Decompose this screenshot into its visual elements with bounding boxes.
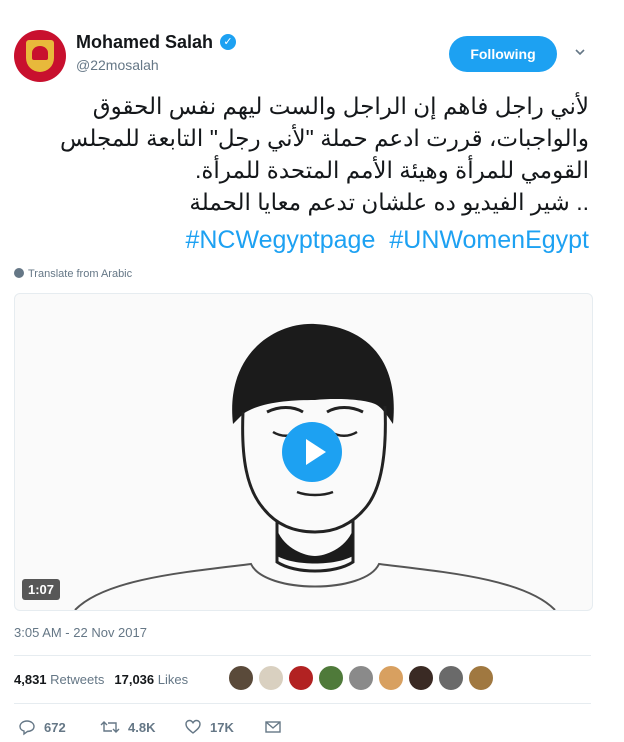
likes-count: 17,036 — [114, 672, 155, 687]
divider — [14, 703, 591, 704]
eyebrow — [326, 406, 364, 414]
like-button[interactable]: 17K — [184, 717, 234, 737]
liker-avatar[interactable] — [468, 665, 494, 691]
liker-avatar[interactable] — [378, 665, 404, 691]
hashtag-link[interactable]: #UNWomenEgypt — [389, 226, 589, 254]
avatar[interactable] — [14, 30, 66, 82]
liker-avatar[interactable] — [408, 665, 434, 691]
tweet-line: القومي للمرأة وهيئة الأمم المتحدة للمرأة… — [194, 157, 589, 183]
tweet-line: لأني راجل فاهم إن الراجل والست ليهم نفس … — [92, 93, 589, 119]
tweet-line: .. شير الفيديو ده علشان تدعم معايا الحمل… — [189, 189, 589, 215]
tweet-text: لأني راجل فاهم إن الراجل والست ليهم نفس … — [14, 90, 589, 218]
verified-icon: ✓ — [220, 34, 236, 50]
liker-avatar[interactable] — [288, 665, 314, 691]
neck-shadow — [277, 530, 353, 564]
retweets-stat[interactable]: 4,831 Retweets — [14, 672, 104, 687]
retweet-icon — [100, 721, 120, 733]
reply-icon — [19, 720, 35, 736]
liker-avatar[interactable] — [318, 665, 344, 691]
retweets-label: Retweets — [50, 672, 105, 687]
globe-icon — [14, 268, 24, 278]
engagement-stats: 4,831 Retweets 17,036 Likes — [14, 672, 188, 687]
hashtags: #NCWegyptpage #UNWomenEgypt — [14, 224, 589, 256]
translate-link[interactable]: Translate from Arabic — [14, 268, 132, 280]
retweets-count: 4,831 — [14, 672, 47, 687]
reply-count: 672 — [44, 719, 66, 735]
likes-label: Likes — [157, 672, 189, 687]
mouth — [296, 490, 334, 497]
reply-button[interactable]: 672 — [18, 717, 66, 737]
divider — [14, 655, 591, 656]
following-button[interactable]: Following — [449, 36, 557, 72]
liker-avatar[interactable] — [228, 665, 254, 691]
tweet-line: والواجبات، قررت ادعم حملة "لأني رجل" الت… — [60, 125, 589, 151]
play-button[interactable] — [282, 422, 342, 482]
liker-avatar[interactable] — [438, 665, 464, 691]
likes-stat[interactable]: 17,036 Likes — [114, 672, 188, 687]
direct-message-button[interactable] — [264, 717, 290, 737]
like-count: 17K — [210, 719, 234, 735]
user-name[interactable]: Mohamed Salah — [76, 32, 213, 53]
heart-icon — [185, 719, 201, 734]
envelope-icon — [265, 721, 281, 733]
chevron-down-icon[interactable] — [574, 46, 586, 58]
retweet-count: 4.8K — [128, 719, 156, 735]
eyebrow — [266, 406, 304, 414]
timestamp[interactable]: 3:05 AM - 22 Nov 2017 — [14, 625, 147, 640]
liker-avatar[interactable] — [258, 665, 284, 691]
user-handle[interactable]: @22mosalah — [76, 57, 159, 73]
translate-label: Translate from Arabic — [28, 268, 133, 280]
hashtag-link[interactable]: #NCWegyptpage — [185, 226, 375, 254]
retweet-button[interactable]: 4.8K — [100, 717, 155, 737]
video-duration: 1:07 — [22, 579, 61, 600]
liker-avatar[interactable] — [348, 665, 374, 691]
hair-shape — [232, 323, 394, 424]
